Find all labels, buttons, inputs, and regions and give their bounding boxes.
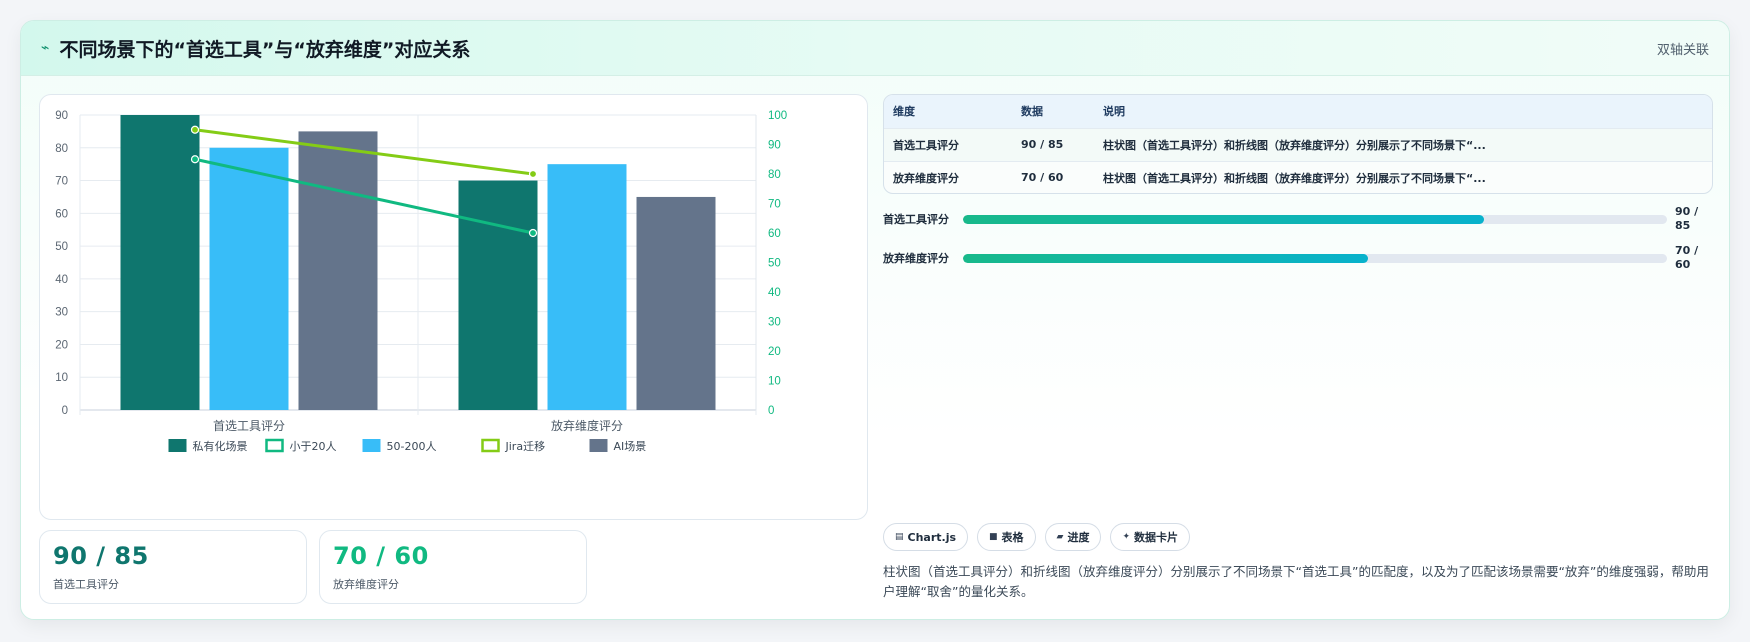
chip-chartjs[interactable]: ▤ Chart.js (883, 523, 969, 551)
table-cell: 70 / 60 (1021, 171, 1064, 185)
legend-swatch (589, 439, 608, 452)
sparkle-icon: ✦ (1122, 532, 1131, 542)
y-right-tick: 20 (768, 346, 781, 358)
chart-description: 柱状图（首选工具评分）和折线图（放弃维度评分）分别展示了不同场景下“首选工具”的… (883, 564, 1709, 599)
chip-label: Chart.js (907, 530, 957, 544)
y-right-tick: 80 (768, 169, 781, 181)
legend-label: 50-200人 (387, 440, 437, 453)
combo-chart: 0 10 20 30 40 50 60 70 80 90 0 10 20 30 40 50 60 70 80 90 10… (55, 110, 787, 453)
progress-row: 放弃维度评分 70 / 60 (883, 243, 1713, 273)
y-right-tick: 90 (768, 140, 781, 152)
y-left-tick: 60 (55, 208, 68, 220)
relation-card: ⌁ 不同场景下的“首选工具”与“放弃维度”对应关系 双轴关联 0 10 20 30 40… (20, 20, 1730, 620)
progress-value: 90 / 85 (1675, 205, 1699, 232)
stat-value: 90 / 85 (53, 542, 149, 570)
table-cell: 放弃维度评分 (893, 171, 959, 185)
chip-label: 表格 (1001, 531, 1024, 544)
legend-label: AI场景 (614, 439, 647, 453)
progress-fill (963, 253, 1368, 263)
table-cell: 柱状图（首选工具评分）和折线图（放弃维度评分）分别展示了不同场景下“... (1103, 171, 1486, 185)
y-left-tick: 30 (55, 307, 68, 319)
line-point (528, 169, 538, 179)
y-left-tick: 0 (62, 405, 68, 417)
dual-axis-tag: 双轴关联 (1656, 42, 1709, 58)
y-right-tick: 70 (768, 199, 781, 211)
progress-icon: ▰ (1056, 532, 1064, 542)
y-left-tick: 50 (55, 241, 68, 253)
line-point (190, 125, 200, 134)
x-tick-label: 放弃维度评分 (551, 418, 623, 433)
legend-swatch (168, 439, 187, 452)
legend-label: 小于20人 (290, 440, 337, 453)
progress-label: 首选工具评分 (883, 213, 949, 226)
table-header: 说明 (1103, 105, 1125, 119)
bar (458, 180, 538, 410)
y-right-tick: 40 (768, 287, 781, 299)
legend-label: Jira迁移 (505, 440, 546, 453)
bolt-icon: ⌁ (41, 40, 50, 56)
bar (547, 164, 627, 410)
card-title: 不同场景下的“首选工具”与“放弃维度”对应关系 (59, 38, 471, 61)
table-cell: 90 / 85 (1021, 138, 1064, 151)
stat-card-preferred: 90 / 85 首选工具评分 (39, 530, 307, 604)
stat-label: 放弃维度评分 (333, 578, 399, 591)
y-right-tick: 30 (768, 317, 781, 329)
y-right-tick: 50 (768, 258, 781, 270)
chart-icon: ▤ (895, 532, 904, 542)
line-point (528, 228, 538, 238)
table-cell: 首选工具评分 (893, 138, 959, 152)
x-tick-label: 首选工具评分 (213, 419, 285, 433)
chip-data-card[interactable]: ✦ 数据卡片 (1110, 523, 1191, 551)
table-cell: 柱状图（首选工具评分）和折线图（放弃维度评分）分别展示了不同场景下“... (1103, 138, 1486, 152)
table-header: 数据 (1021, 105, 1043, 119)
y-left-tick: 70 (55, 176, 68, 188)
chip-table[interactable]: ■ 表格 (977, 523, 1036, 551)
chart-panel: 0 10 20 30 40 50 60 70 80 90 0 10 20 30 40 50 60 70 80 90 10… (39, 94, 868, 520)
legend-label: 私有化场景 (193, 439, 248, 453)
line-point (190, 155, 200, 164)
y-right-tick: 100 (768, 110, 787, 122)
progress-label: 放弃维度评分 (883, 252, 949, 265)
data-table: 维度 数据 说明 首选工具评分 90 / 85 柱状图（首选工具评分）和折线图（… (883, 94, 1713, 194)
chip-progress[interactable]: ▰ 进度 (1044, 523, 1102, 551)
bar (120, 115, 200, 410)
bar (209, 147, 289, 410)
table-header-row: 维度 数据 说明 (884, 95, 1712, 128)
legend-swatch (265, 438, 284, 453)
progress-track (963, 214, 1667, 224)
progress-track (963, 253, 1667, 263)
tech-chips: ▤ Chart.js ■ 表格 ▰ 进度 ✦ 数据卡片 (883, 523, 1191, 551)
table-row: 放弃维度评分 70 / 60 柱状图（首选工具评分）和折线图（放弃维度评分）分别… (884, 161, 1712, 193)
chip-label: 进度 (1067, 531, 1090, 544)
card-header: ⌁ 不同场景下的“首选工具”与“放弃维度”对应关系 双轴关联 (21, 21, 1729, 76)
y-left-tick: 10 (55, 372, 68, 384)
stat-card-abandon: 70 / 60 放弃维度评分 (319, 530, 587, 604)
table-row: 首选工具评分 90 / 85 柱状图（首选工具评分）和折线图（放弃维度评分）分别… (884, 128, 1712, 161)
y-left-tick: 80 (55, 143, 68, 155)
table-icon: ■ (989, 532, 998, 542)
bar (636, 196, 716, 410)
y-right-tick: 60 (768, 228, 781, 240)
y-left-tick: 90 (55, 110, 68, 122)
progress-row: 首选工具评分 90 / 85 (883, 204, 1713, 234)
bar (298, 131, 378, 410)
stat-value: 70 / 60 (333, 542, 429, 570)
title-wrap: ⌁ 不同场景下的“首选工具”与“放弃维度”对应关系 (41, 35, 470, 62)
legend-swatch (481, 438, 500, 453)
y-left-tick: 20 (55, 339, 68, 351)
y-right-tick: 10 (768, 376, 781, 388)
y-left-tick: 40 (55, 274, 68, 286)
legend-swatch (362, 439, 381, 452)
table-header: 维度 (893, 105, 915, 119)
y-right-tick: 0 (768, 405, 774, 417)
stat-label: 首选工具评分 (53, 578, 119, 591)
progress-fill (963, 214, 1484, 224)
progress-value: 70 / 60 (1675, 244, 1699, 271)
chip-label: 数据卡片 (1134, 531, 1179, 544)
